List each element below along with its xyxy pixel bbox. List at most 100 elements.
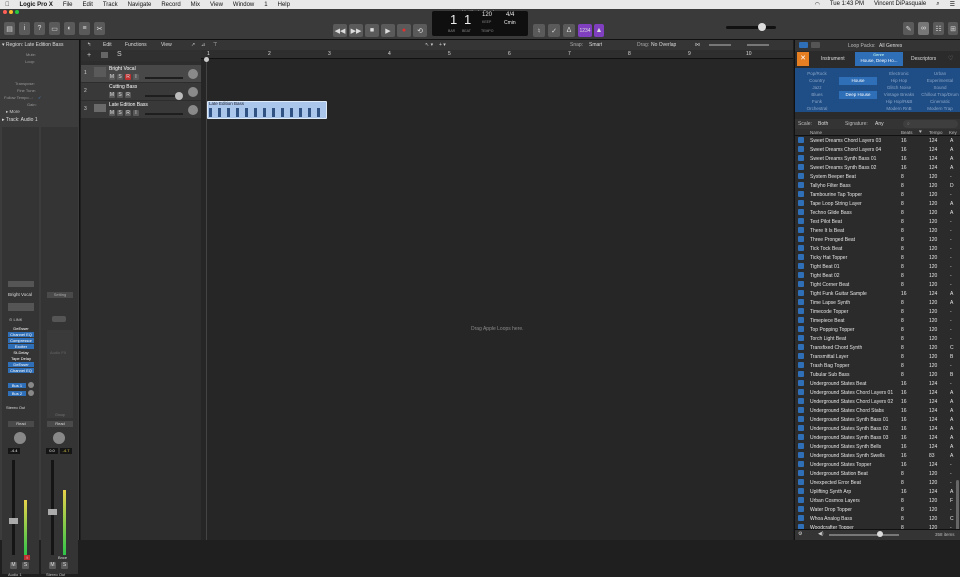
- col-key[interactable]: Key: [949, 130, 957, 135]
- cpu-badge[interactable]: 1234: [578, 24, 592, 37]
- loop-row[interactable]: Unexpected Error Beat 8 120-: [795, 478, 960, 487]
- loop-row[interactable]: Torch Light Beat 8 120 -: [795, 334, 960, 343]
- search-icon[interactable]: ⌕: [931, 1, 944, 8]
- toolbar-icon[interactable]: ▭: [49, 22, 60, 35]
- region-header[interactable]: ▾ Region: Late Edition Bass: [2, 42, 80, 48]
- plugin-slot-6[interactable]: Tape Delay: [8, 356, 34, 361]
- loop-row[interactable]: Sweet Dreams Chord Layers 03 16 124 A: [795, 136, 960, 145]
- loop-row[interactable]: Underground States Topper 16 124 -: [795, 460, 960, 469]
- wifi-icon[interactable]: ◠: [810, 1, 825, 8]
- fader-track-1[interactable]: [12, 460, 15, 555]
- more-disclosure[interactable]: ▸ More: [6, 109, 20, 115]
- loop-row[interactable]: Three Pronged Beat 8 120 -: [795, 235, 960, 244]
- track-1-solo[interactable]: S: [117, 74, 123, 80]
- mute-2[interactable]: M: [49, 562, 56, 569]
- follow-tempo-check[interactable]: ✓: [38, 95, 41, 100]
- loop-row[interactable]: Time Lapse Synth 8 120 A: [795, 298, 960, 307]
- loop-row[interactable]: Tambourine Tap Topper 8 120 -: [795, 190, 960, 199]
- loop-row[interactable]: Tape Loop String Layer 8 120 A: [795, 199, 960, 208]
- menu-app[interactable]: Logic Pro X: [15, 2, 58, 8]
- solo-all-icon[interactable]: S: [117, 51, 122, 58]
- send-bus-1[interactable]: Bus 1: [8, 383, 26, 388]
- fader-1[interactable]: [9, 518, 18, 524]
- view-menu[interactable]: View: [161, 42, 172, 48]
- menu-window[interactable]: Window: [228, 2, 259, 8]
- preview-volume-knob[interactable]: [877, 531, 883, 537]
- playhead[interactable]: [206, 59, 207, 540]
- loop-row[interactable]: Ticky Hat Topper 8 120 -: [795, 253, 960, 262]
- secondary-tool[interactable]: + ▾: [439, 42, 446, 48]
- back-arrow-icon[interactable]: ↰: [87, 42, 91, 48]
- loop-row[interactable]: Tight Funk Guitar Sample 16 124 A: [795, 289, 960, 298]
- track-header[interactable]: ▸ Track: Audio 1: [2, 117, 80, 123]
- cycle-button[interactable]: ⟲: [413, 24, 427, 37]
- loop-row[interactable]: Sweet Dreams Synth Bass 01 16 124 A: [795, 154, 960, 163]
- loop-packs-value[interactable]: All Genres: [879, 43, 902, 49]
- track-1-mute[interactable]: M: [109, 74, 115, 80]
- loop-row[interactable]: Tubular Sub Bass 8 120 B: [795, 370, 960, 379]
- genre-cell-f5[interactable]: Modern Trap: [921, 105, 959, 113]
- track-3-record[interactable]: R: [125, 110, 131, 116]
- fader-2[interactable]: [48, 509, 57, 515]
- rewind-button[interactable]: ◀◀: [333, 24, 347, 37]
- loop-row[interactable]: Urban Cosmos Layers 8 120 F: [795, 496, 960, 505]
- loop-row[interactable]: Underground States Synth Swells 16 83 A: [795, 451, 960, 460]
- loop-row[interactable]: There It Is Beat 8 120 -: [795, 226, 960, 235]
- signature-value[interactable]: Any: [875, 121, 884, 127]
- lcd-display[interactable]: 1 1 BAR BEAT 120 KEEP TEMPO 4/4 Cmin: [432, 11, 528, 36]
- loop-row[interactable]: Whoa Analog Bass 8 120 C: [795, 514, 960, 523]
- link-icon[interactable]: [52, 316, 66, 322]
- automation-read-2[interactable]: Read: [47, 421, 73, 427]
- preview-volume-slider[interactable]: [829, 534, 899, 536]
- menu-edit[interactable]: Edit: [78, 2, 98, 8]
- solo-2[interactable]: S: [61, 562, 68, 569]
- smart-controls-icon[interactable]: ◐: [64, 22, 75, 35]
- loop-row[interactable]: Underground States Synth Bass 02 16 124 A: [795, 424, 960, 433]
- track-3-mute[interactable]: M: [109, 110, 115, 116]
- track-1-record[interactable]: R: [125, 74, 131, 80]
- output-stereo-out[interactable]: Stereo Out: [6, 405, 25, 410]
- editors-icon[interactable]: ✂: [94, 22, 105, 35]
- menu-view[interactable]: View: [205, 2, 228, 8]
- track-1-name[interactable]: Bright Vocal: [109, 66, 136, 72]
- master-volume-slider[interactable]: [726, 26, 776, 29]
- clock[interactable]: Tue 1:43 PM: [825, 1, 869, 8]
- solo-1[interactable]: S: [22, 562, 29, 569]
- reset-close-icon[interactable]: ✕: [797, 52, 809, 66]
- favorite-heart-icon[interactable]: ♡: [948, 55, 953, 62]
- loop-row[interactable]: Transmittal Layer 8 120 B: [795, 352, 960, 361]
- track-3-pan[interactable]: [188, 105, 198, 115]
- view-button-icon[interactable]: [799, 42, 808, 48]
- tempo-triangle-icon[interactable]: ▲: [594, 24, 604, 37]
- fader-track-2[interactable]: [51, 460, 54, 555]
- record-enable-1[interactable]: I: [24, 555, 30, 560]
- track-3-icon[interactable]: [94, 104, 106, 112]
- loop-row[interactable]: Underground States Chord Layers 02 16 124 A: [795, 397, 960, 406]
- send-bus-2[interactable]: Bus 2: [8, 391, 26, 396]
- zoom-window-button[interactable]: [15, 10, 19, 14]
- menu-1[interactable]: 1: [259, 2, 272, 8]
- loop-row[interactable]: Underground Station Beat 8 120 -: [795, 469, 960, 478]
- minimize-window-button[interactable]: [9, 10, 13, 14]
- track-1-pan[interactable]: [188, 69, 198, 79]
- strip2-setting[interactable]: Setting: [47, 292, 73, 298]
- loop-row[interactable]: Underground States Chord Layers 01 16 124 A: [795, 388, 960, 397]
- loop-row[interactable]: Timepiece Beat 8 120 -: [795, 316, 960, 325]
- genre-cell-l5[interactable]: Orchestral: [798, 105, 836, 113]
- loop-row[interactable]: Underground States Chord Stabs 16 124 A: [795, 406, 960, 415]
- user-name[interactable]: Vincent DiPasquale: [869, 1, 931, 8]
- loop-row[interactable]: Test Pilot Beat 8 120 -: [795, 217, 960, 226]
- plugin-slot-2[interactable]: Channel EQ: [8, 332, 34, 337]
- loop-browser-icon[interactable]: ∞: [918, 22, 929, 35]
- waveform-zoom-icon[interactable]: ⊿: [201, 42, 205, 48]
- track-2-volume-knob[interactable]: [175, 92, 183, 100]
- loop-row[interactable]: Underground States Beat 16 124 -: [795, 379, 960, 388]
- loop-row[interactable]: Trash Bag Topper 8 120 -: [795, 361, 960, 370]
- track-1-volume[interactable]: [145, 77, 183, 79]
- plugin-slot-5[interactable]: St-Delay: [8, 350, 34, 355]
- track-3-input[interactable]: I: [133, 110, 139, 116]
- eq-thumbnail[interactable]: [8, 281, 34, 287]
- genre-cell-house[interactable]: House: [839, 77, 877, 85]
- loop-row[interactable]: Underground States Synth Bass 03 16 124 A: [795, 433, 960, 442]
- results-scrollbar[interactable]: [956, 480, 959, 532]
